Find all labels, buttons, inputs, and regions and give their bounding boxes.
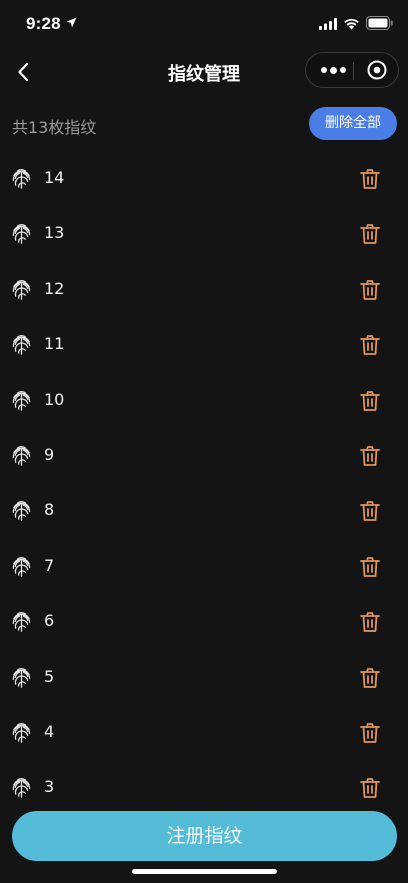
delete-fingerprint-button[interactable]	[358, 389, 382, 413]
miniapp-capsule	[305, 52, 399, 88]
more-dots-icon	[340, 67, 346, 73]
list-item: 13	[0, 206, 408, 261]
trash-icon	[360, 612, 380, 633]
fingerprint-icon	[12, 501, 31, 522]
fingerprint-icon	[12, 390, 31, 411]
fingerprint-label: 5	[44, 666, 55, 686]
fingerprint-label: 3	[44, 777, 55, 797]
fingerprint-icon	[12, 556, 31, 577]
fingerprint-label: 12	[44, 278, 65, 298]
delete-fingerprint-button[interactable]	[358, 721, 382, 745]
list-item: 11	[0, 317, 408, 372]
register-fingerprint-button[interactable]: 注册指纹	[12, 811, 397, 861]
fingerprint-list: 14 13 12 11 10 9 8 7 6 5 4 3	[0, 151, 408, 816]
delete-fingerprint-button[interactable]	[358, 167, 382, 191]
fingerprint-icon	[12, 445, 31, 466]
trash-icon	[360, 335, 380, 356]
delete-fingerprint-button[interactable]	[358, 333, 382, 357]
close-miniapp-button[interactable]	[354, 53, 400, 87]
delete-fingerprint-button[interactable]	[358, 278, 382, 302]
list-item: 4	[0, 705, 408, 760]
more-button[interactable]	[306, 53, 353, 87]
list-item: 10	[0, 373, 408, 428]
list-item: 8	[0, 483, 408, 538]
fingerprint-label: 10	[44, 389, 65, 409]
delete-fingerprint-button[interactable]	[358, 222, 382, 246]
fingerprint-label: 14	[44, 168, 65, 187]
list-item: 14	[0, 151, 408, 206]
fingerprint-label: 8	[44, 500, 55, 520]
home-indicator	[132, 869, 277, 874]
fingerprint-icon	[12, 169, 31, 189]
delete-fingerprint-button[interactable]	[358, 666, 382, 690]
trash-icon	[360, 556, 380, 577]
target-circle-icon	[367, 60, 387, 80]
fingerprint-icon	[12, 279, 31, 300]
delete-fingerprint-button[interactable]	[358, 555, 382, 579]
more-dots-icon	[321, 67, 327, 73]
list-item: 7	[0, 539, 408, 594]
fingerprint-label: 6	[44, 611, 55, 631]
list-item: 5	[0, 650, 408, 705]
delete-fingerprint-button[interactable]	[358, 499, 382, 523]
trash-icon	[360, 446, 380, 466]
list-item: 9	[0, 428, 408, 483]
fingerprint-icon	[12, 224, 31, 245]
trash-icon	[360, 723, 380, 743]
delete-fingerprint-button[interactable]	[358, 776, 382, 800]
list-item: 6	[0, 594, 408, 649]
delete-fingerprint-button[interactable]	[358, 444, 382, 468]
trash-icon	[360, 501, 380, 522]
list-item: 12	[0, 262, 408, 317]
signal-icon	[319, 18, 337, 30]
fingerprint-label: 4	[44, 721, 55, 741]
trash-icon	[360, 279, 380, 300]
fingerprint-icon	[12, 722, 31, 743]
fingerprint-icon	[12, 667, 31, 688]
status-time: 9:28	[26, 14, 61, 33]
fingerprint-label: 13	[44, 223, 65, 243]
trash-icon	[360, 667, 380, 688]
trash-icon	[360, 778, 380, 799]
fingerprint-label: 9	[44, 444, 55, 464]
trash-icon	[360, 390, 380, 411]
fingerprint-icon	[12, 778, 31, 799]
status-bar: 9:28	[0, 0, 408, 50]
list-item: 3	[0, 760, 408, 815]
location-arrow-icon	[66, 17, 77, 28]
fingerprint-label: 7	[44, 555, 55, 575]
nav-bar: 指纹管理	[0, 50, 408, 94]
more-dots-icon	[330, 66, 337, 74]
fingerprint-count: 共13枚指纹	[12, 118, 97, 137]
delete-all-button[interactable]: 删除全部	[309, 107, 397, 140]
fingerprint-label: 11	[44, 334, 65, 354]
fingerprint-icon	[12, 612, 31, 632]
trash-icon	[360, 224, 380, 245]
wifi-icon	[344, 18, 359, 30]
fingerprint-icon	[12, 335, 31, 355]
battery-icon	[366, 16, 393, 30]
trash-icon	[360, 169, 380, 189]
delete-fingerprint-button[interactable]	[358, 610, 382, 634]
